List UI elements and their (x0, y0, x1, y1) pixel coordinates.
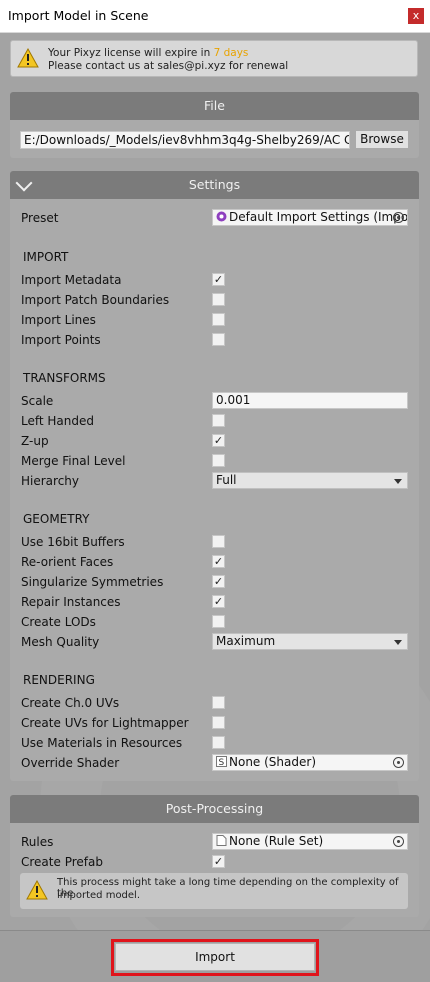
import-metadata-label: Import Metadata (21, 273, 122, 287)
override-shader-field[interactable]: S None (Shader) (212, 754, 408, 771)
preset-label: Preset (21, 211, 59, 225)
singularize-symmetries-label: Singularize Symmetries (21, 575, 164, 589)
scale-input[interactable]: 0.001 (212, 392, 408, 409)
mesh-quality-label: Mesh Quality (21, 635, 100, 649)
use-materials-resources-label: Use Materials in Resources (21, 736, 183, 750)
mesh-quality-value: Maximum (216, 634, 276, 648)
license-contact-text: Please contact us at sales@pi.xyz for re… (48, 60, 289, 72)
svg-text:S: S (219, 758, 225, 767)
use-16bit-buffers-checkbox[interactable] (212, 535, 225, 548)
settings-title: Settings (188, 177, 241, 192)
object-picker-icon[interactable] (393, 836, 404, 847)
preset-value: Default Import Settings (Impo (229, 210, 408, 224)
shader-icon: S (216, 756, 227, 767)
post-processing-header: Post-Processing (10, 795, 419, 823)
settings-section: Settings Preset Default Import Settings … (10, 171, 419, 781)
use-materials-resources-checkbox[interactable] (212, 736, 225, 749)
preset-asset-icon (216, 211, 227, 222)
object-picker-icon[interactable] (393, 212, 404, 223)
left-handed-label: Left Handed (21, 414, 94, 428)
create-prefab-checkbox[interactable]: ✓ (212, 855, 225, 868)
warning-icon (17, 48, 39, 68)
use-16bit-buffers-label: Use 16bit Buffers (21, 535, 125, 549)
import-metadata-checkbox[interactable]: ✓ (212, 273, 225, 286)
license-notice: Your Pixyz license will expire in 7 days… (10, 40, 418, 77)
document-icon (216, 835, 227, 846)
rules-value: None (Rule Set) (229, 834, 324, 848)
import-patch-boundaries-label: Import Patch Boundaries (21, 293, 170, 307)
warning-icon (26, 880, 48, 900)
duration-warning-line2: imported model. (57, 890, 141, 901)
title-bar: Import Model in Scene x (0, 0, 430, 33)
window-title: Import Model in Scene (8, 8, 149, 23)
create-lods-checkbox[interactable] (212, 615, 225, 628)
settings-section-header[interactable]: Settings (10, 171, 419, 199)
import-points-label: Import Points (21, 333, 101, 347)
object-picker-icon[interactable] (393, 757, 404, 768)
create-uvs-lightmapper-label: Create UVs for Lightmapper (21, 716, 189, 730)
scale-label: Scale (21, 394, 54, 408)
reorient-faces-checkbox[interactable]: ✓ (212, 555, 225, 568)
singularize-symmetries-checkbox[interactable]: ✓ (212, 575, 225, 588)
override-shader-value: None (Shader) (229, 755, 316, 769)
import-points-checkbox[interactable] (212, 333, 225, 346)
z-up-checkbox[interactable]: ✓ (212, 434, 225, 447)
chevron-down-icon (394, 479, 402, 484)
hierarchy-value: Full (216, 473, 237, 487)
hierarchy-dropdown[interactable]: Full (212, 472, 408, 489)
geometry-heading: GEOMETRY (23, 512, 90, 526)
browse-button[interactable]: Browse (355, 130, 409, 149)
mesh-quality-dropdown[interactable]: Maximum (212, 633, 408, 650)
import-lines-label: Import Lines (21, 313, 96, 327)
file-section-header: File (10, 92, 419, 120)
rules-label: Rules (21, 835, 54, 849)
preset-field[interactable]: Default Import Settings (Impo (212, 209, 408, 226)
repair-instances-checkbox[interactable]: ✓ (212, 595, 225, 608)
transforms-heading: TRANSFORMS (23, 371, 106, 385)
chevron-down-icon (394, 640, 402, 645)
import-model-window: Import Model in Scene x Your Pixyz licen… (0, 0, 430, 982)
create-lods-label: Create LODs (21, 615, 96, 629)
license-days: 7 days (213, 47, 249, 59)
create-ch0-uvs-label: Create Ch.0 UVs (21, 696, 120, 710)
post-processing-section: Post-Processing Rules None (Rule Set) Cr… (10, 795, 419, 917)
rules-field[interactable]: None (Rule Set) (212, 833, 408, 850)
z-up-label: Z-up (21, 434, 49, 448)
license-expiry-text: Your Pixyz license will expire in 7 days (48, 47, 248, 59)
import-button-highlight (111, 939, 319, 976)
left-handed-checkbox[interactable] (212, 414, 225, 427)
license-expiry-prefix: Your Pixyz license will expire in (48, 47, 214, 59)
repair-instances-label: Repair Instances (21, 595, 121, 609)
file-path-input[interactable]: E:/Downloads/_Models/iev8vhhm3q4g-Shelby… (20, 131, 350, 149)
close-button[interactable]: x (408, 8, 424, 24)
rendering-heading: RENDERING (23, 673, 95, 687)
duration-warning: This process might take a long time depe… (20, 873, 408, 909)
merge-final-level-checkbox[interactable] (212, 454, 225, 467)
collapse-chevron-icon[interactable] (15, 174, 33, 192)
hierarchy-label: Hierarchy (21, 474, 80, 488)
create-ch0-uvs-checkbox[interactable] (212, 696, 225, 709)
import-patch-boundaries-checkbox[interactable] (212, 293, 225, 306)
import-heading: IMPORT (23, 250, 69, 264)
create-uvs-lightmapper-checkbox[interactable] (212, 716, 225, 729)
import-lines-checkbox[interactable] (212, 313, 225, 326)
reorient-faces-label: Re-orient Faces (21, 555, 114, 569)
merge-final-level-label: Merge Final Level (21, 454, 126, 468)
override-shader-label: Override Shader (21, 756, 120, 770)
create-prefab-label: Create Prefab (21, 855, 103, 869)
